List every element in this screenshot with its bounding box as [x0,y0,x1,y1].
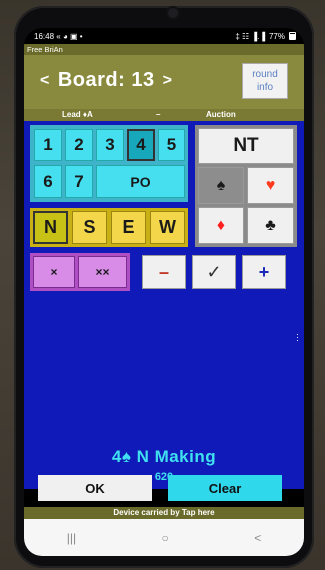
level-panel: 1 2 3 4 5 6 7 PO [30,125,188,202]
diamond-icon: ♦ [216,216,226,234]
android-nav-bar: ||| ○ < [24,519,304,556]
spade-icon: ♠ [216,176,226,194]
opening-lead: Lead ♦A [62,110,93,119]
front-camera [168,8,178,18]
seat-west-button[interactable]: W [150,211,185,244]
diamonds-button[interactable]: ♦ [198,207,244,244]
status-left: 16:48 « ◕ ▣ • [34,32,83,41]
level-1-button[interactable]: 1 [34,129,62,161]
notification-icons: « ◕ ▣ • [56,31,83,41]
notrump-button[interactable]: NT [198,128,294,164]
declarer-panel: N S E W [30,208,188,247]
clear-button[interactable]: Clear [168,475,282,501]
seat-north-button[interactable]: N [33,211,68,244]
made-button[interactable]: ✓ [192,255,236,289]
board-nav: < Board: 13 > [40,69,172,92]
signal-icon: ‡ ☷ ▐.▐ [235,31,265,41]
board-number: Board: 13 [57,69,155,91]
ok-button[interactable]: OK [38,475,152,501]
round-info-line2: info [256,82,274,93]
heart-icon: ♥ [265,176,276,194]
redouble-button[interactable]: ×× [78,256,127,288]
minus-tricks-button[interactable]: – [142,255,186,289]
seat-south-button[interactable]: S [72,211,107,244]
status-time: 16:48 [34,31,55,41]
pass-out-button[interactable]: PO [96,165,185,198]
club-icon: ♣ [265,216,276,234]
seat-east-button[interactable]: E [111,211,146,244]
level-5-button[interactable]: 5 [158,129,185,161]
double-button[interactable]: × [33,256,75,288]
battery-icon [289,32,296,40]
home-icon[interactable]: ○ [162,531,169,545]
auction-label[interactable]: Auction [206,109,236,121]
spades-button[interactable]: ♠ [198,167,244,204]
prev-board-button[interactable]: < [40,72,50,90]
clubs-button[interactable]: ♣ [247,207,294,244]
round-info-line1: round [252,69,278,80]
hearts-button[interactable]: ♥ [247,167,294,204]
status-bar: 16:48 « ◕ ▣ • ‡ ☷ ▐.▐ 77% [24,28,304,44]
overflow-menu-icon[interactable]: · · · [296,330,299,345]
info-subbar: Lead ♦A – Auction [24,109,304,121]
device-carrier-bar[interactable]: Device carried by Tap here [24,507,304,519]
round-info-button[interactable]: round info [242,63,288,99]
level-4-button[interactable]: 4 [127,129,155,161]
level-7-button[interactable]: 7 [65,165,93,198]
app-screen: 16:48 « ◕ ▣ • ‡ ☷ ▐.▐ 77% Free BriAn < B… [24,28,304,556]
contract-result: 4♠ N Making [111,447,217,466]
app-title: Free BriAn [24,44,304,55]
next-board-button[interactable]: > [163,72,173,90]
subbar-separator: – [156,110,161,119]
board-header: < Board: 13 > round info [24,55,304,109]
contract-entry-panel: 1 2 3 4 5 6 7 PO NT ♠ ♥ ♦ ♣ N S E W × ××… [24,121,304,489]
recents-icon[interactable]: ||| [67,531,76,545]
double-panel: × ×× [30,253,130,291]
level-6-button[interactable]: 6 [34,165,62,198]
status-right: ‡ ☷ ▐.▐ 77% [235,32,296,41]
level-3-button[interactable]: 3 [96,129,124,161]
battery-percent: 77% [268,31,285,41]
plus-tricks-button[interactable]: + [242,255,286,289]
denomination-panel: NT ♠ ♥ ♦ ♣ [195,125,297,247]
back-icon[interactable]: < [254,531,261,545]
level-2-button[interactable]: 2 [65,129,93,161]
